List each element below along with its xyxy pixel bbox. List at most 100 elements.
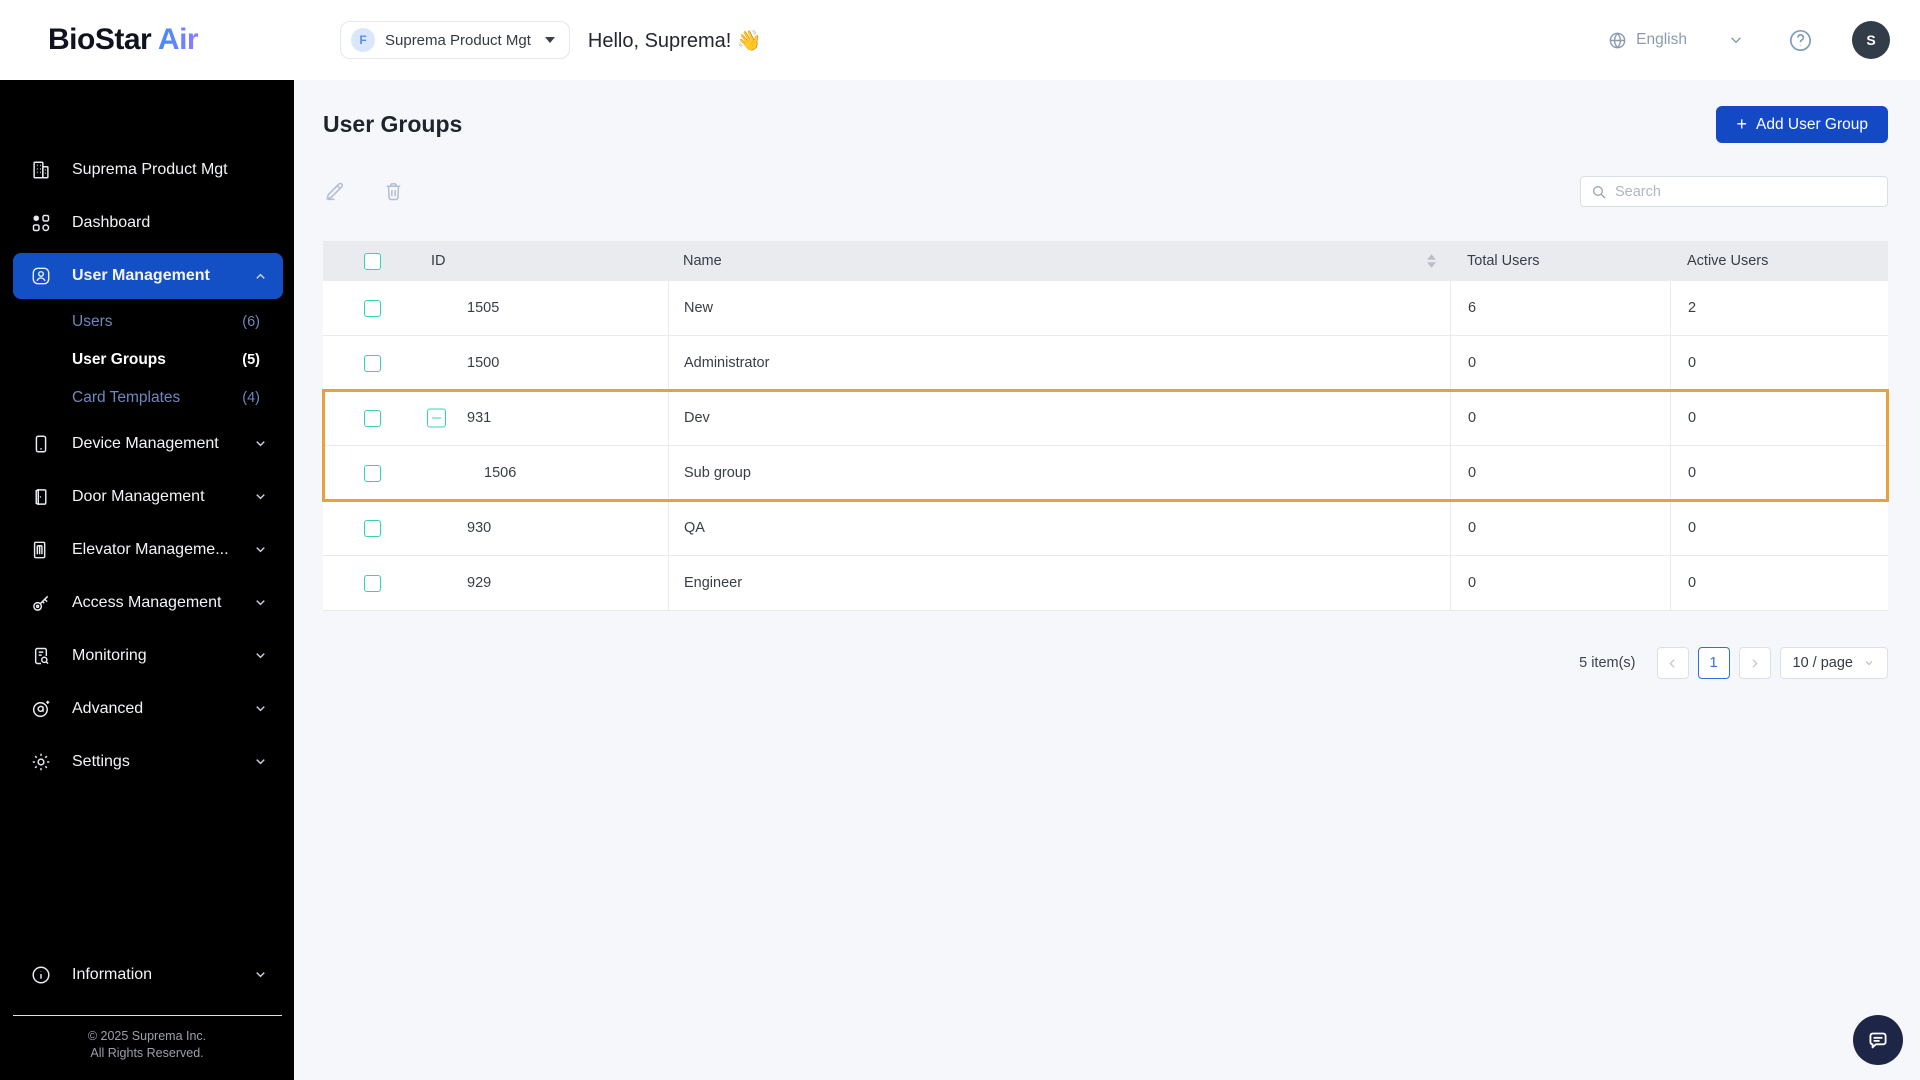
- add-user-group-button[interactable]: + Add User Group: [1716, 106, 1888, 143]
- delete-icon[interactable]: [382, 180, 405, 203]
- sidebar-item-label: Door Management: [72, 487, 205, 505]
- group-name: Engineer: [668, 556, 1450, 610]
- table-row[interactable]: 931 Dev 0 0: [323, 391, 1888, 446]
- group-total-users: 0: [1450, 336, 1670, 390]
- sidebar-item-label: Device Management: [72, 434, 219, 452]
- chat-button[interactable]: [1853, 1015, 1903, 1065]
- sidebar-item-settings[interactable]: Settings: [0, 735, 294, 788]
- page-1-button[interactable]: 1: [1697, 647, 1730, 679]
- avatar[interactable]: S: [1852, 21, 1890, 59]
- sidebar: Suprema Product Mgt Dashboard User Managem…: [0, 80, 294, 1080]
- chevron-down-icon: [253, 754, 268, 769]
- sidebar-item-label: Information: [72, 965, 153, 983]
- user-icon: [30, 265, 52, 287]
- row-checkbox[interactable]: [364, 354, 381, 372]
- monitoring-icon: [30, 645, 52, 667]
- row-checkbox[interactable]: [364, 299, 381, 317]
- sidebar-item-advanced[interactable]: Advanced: [0, 682, 294, 735]
- logo-text-secondary: Air: [157, 23, 199, 56]
- sidebar-item-device-management[interactable]: Device Management: [0, 417, 294, 470]
- search-input[interactable]: [1615, 183, 1877, 200]
- group-name: Sub group: [668, 446, 1450, 500]
- table-row[interactable]: 930 QA 0 0: [323, 501, 1888, 556]
- app-header: BioStar Air F Suprema Product Mgt Hello,…: [0, 0, 1920, 80]
- language-selector[interactable]: English: [1607, 30, 1687, 51]
- chevron-down-icon: [253, 595, 268, 610]
- sidebar-item-label: Card Templates: [72, 389, 181, 406]
- sidebar-item-user-management[interactable]: User Management: [13, 253, 283, 299]
- help-icon[interactable]: [1787, 27, 1814, 54]
- row-checkbox[interactable]: [364, 574, 381, 592]
- table-row[interactable]: 1506 Sub group 0 0: [323, 446, 1888, 501]
- chat-icon: [1865, 1027, 1891, 1053]
- group-id: 1500: [467, 355, 500, 371]
- group-name: New: [668, 281, 1450, 335]
- row-checkbox[interactable]: [364, 464, 381, 482]
- table-header-row: ID Name Total Users Active Users: [323, 241, 1888, 281]
- chevron-down-icon: [253, 542, 268, 557]
- select-all-checkbox[interactable]: [364, 252, 381, 270]
- next-page-button[interactable]: [1738, 647, 1771, 679]
- search-box: [1580, 176, 1888, 207]
- column-header-id[interactable]: ID: [387, 241, 668, 281]
- chevron-down-icon: [253, 436, 268, 451]
- group-total-users: 0: [1450, 391, 1670, 445]
- advanced-icon: [30, 698, 52, 720]
- sidebar-item-dashboard[interactable]: Dashboard: [0, 196, 294, 249]
- collapse-icon[interactable]: [427, 408, 446, 428]
- key-icon: [30, 592, 52, 614]
- group-id: 931: [467, 410, 492, 426]
- sidebar-item-card-templates[interactable]: Card Templates (4): [0, 379, 294, 417]
- gear-icon: [30, 751, 52, 773]
- item-count-badge: (6): [242, 314, 260, 330]
- column-header-name[interactable]: Name: [668, 241, 1450, 281]
- sidebar-item-user-groups[interactable]: User Groups (5): [0, 341, 294, 379]
- organization-selector[interactable]: F Suprema Product Mgt: [340, 21, 570, 59]
- chevron-down-icon[interactable]: [1727, 31, 1745, 49]
- chevron-down-icon: [253, 489, 268, 504]
- group-id: 1506: [484, 465, 517, 481]
- building-icon: [30, 159, 52, 181]
- row-checkbox[interactable]: [364, 519, 381, 537]
- copyright: © 2025 Suprema Inc. All Rights Reserved.: [0, 1016, 294, 1080]
- dashboard-icon: [30, 212, 52, 234]
- column-header-total-users[interactable]: Total Users: [1450, 241, 1670, 281]
- table-row[interactable]: 1505 New 6 2: [323, 281, 1888, 336]
- edit-icon[interactable]: [323, 180, 346, 203]
- sidebar-item-label: Suprema Product Mgt: [72, 160, 228, 178]
- sidebar-item-monitoring[interactable]: Monitoring: [0, 629, 294, 682]
- item-count-badge: (4): [242, 390, 260, 406]
- group-name: Administrator: [668, 336, 1450, 390]
- group-active-users: 0: [1670, 556, 1888, 610]
- sort-icon[interactable]: [1427, 254, 1436, 268]
- sidebar-item-suprema-product-mgt[interactable]: Suprema Product Mgt: [0, 143, 294, 196]
- organization-badge: F: [351, 28, 375, 52]
- highlighted-row-group: 931 Dev 0 0 1506 Sub group 0 0: [322, 389, 1889, 502]
- sidebar-item-access-management[interactable]: Access Management: [0, 576, 294, 629]
- table-row[interactable]: 1500 Administrator 0 0: [323, 336, 1888, 391]
- copyright-line2: All Rights Reserved.: [90, 1046, 204, 1061]
- group-id: 1505: [467, 300, 500, 316]
- sidebar-item-users[interactable]: Users (6): [0, 303, 294, 341]
- pagination: 5 item(s) 1 10 / page: [323, 647, 1888, 679]
- sidebar-item-information[interactable]: Information: [0, 948, 294, 1001]
- group-active-users: 0: [1670, 446, 1888, 500]
- items-count: 5 item(s): [1579, 655, 1636, 671]
- sidebar-item-door-management[interactable]: Door Management: [0, 470, 294, 523]
- info-icon: [30, 964, 52, 986]
- copyright-line1: © 2025 Suprema Inc.: [87, 1029, 207, 1044]
- group-total-users: 6: [1450, 281, 1670, 335]
- prev-page-button[interactable]: [1656, 647, 1689, 679]
- page-number: 1: [1709, 655, 1718, 671]
- column-header-active-users[interactable]: Active Users: [1670, 241, 1888, 281]
- app-logo: BioStar Air: [48, 23, 340, 57]
- sidebar-item-label: Dashboard: [72, 213, 151, 231]
- row-checkbox[interactable]: [364, 409, 381, 427]
- page-size-select[interactable]: 10 / page: [1779, 647, 1888, 679]
- chevron-down-icon: [1865, 661, 1873, 666]
- sidebar-item-label: User Groups: [72, 351, 166, 368]
- table-row[interactable]: 929 Engineer 0 0: [323, 556, 1888, 611]
- page-size-value: 10 / page: [1792, 655, 1853, 671]
- sidebar-item-elevator-manageme[interactable]: Elevator Manageme...: [0, 523, 294, 576]
